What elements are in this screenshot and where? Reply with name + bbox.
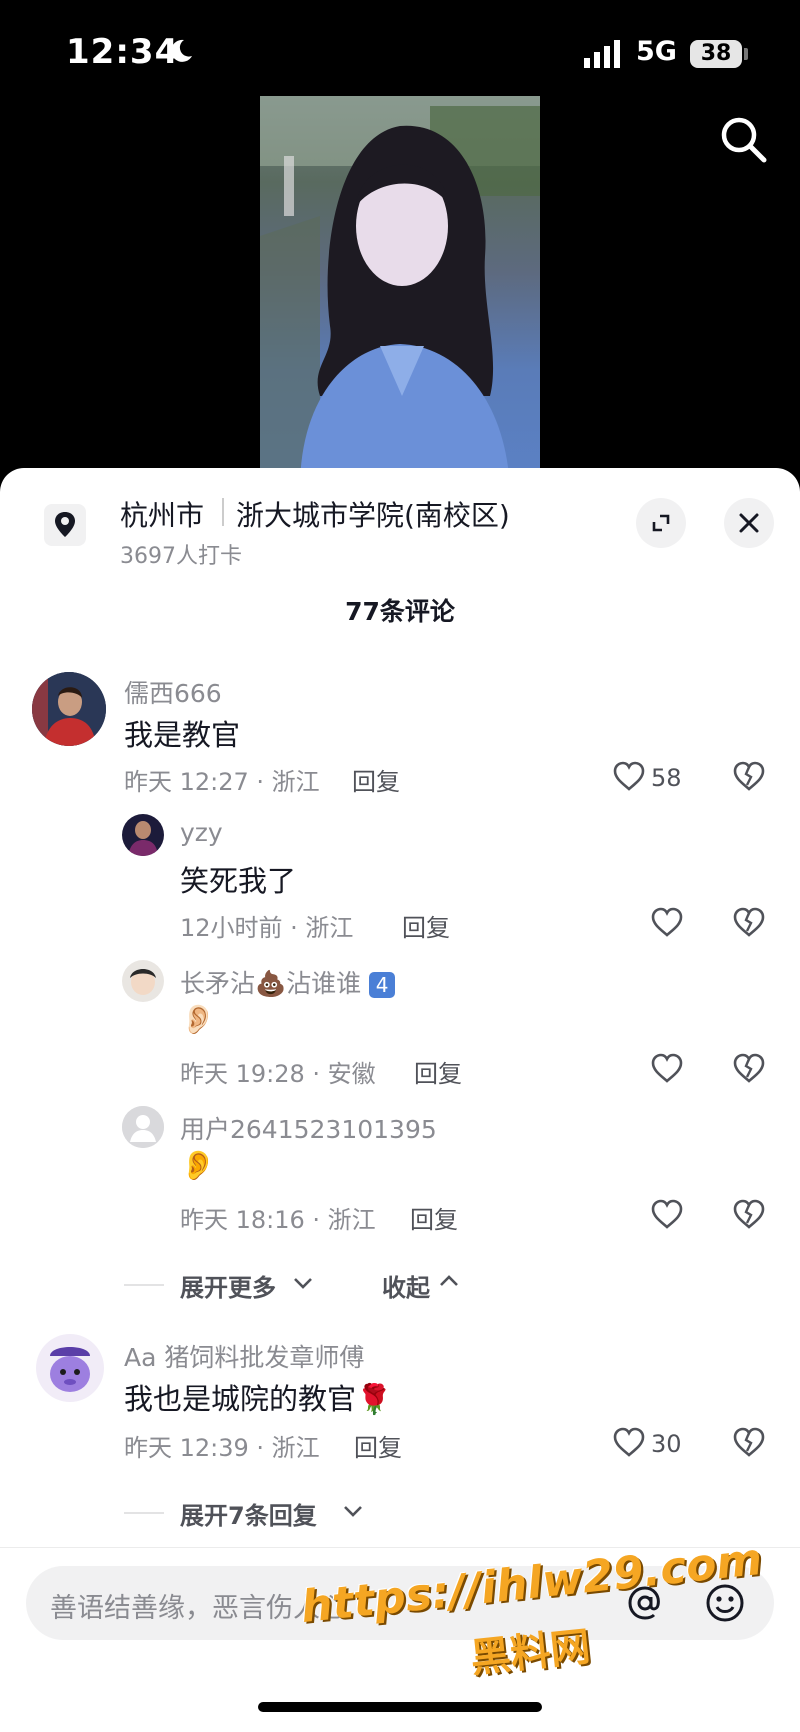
broken-heart-icon[interactable] [732,760,766,792]
avatar[interactable] [36,1334,104,1402]
collapse-button[interactable]: 收起 [382,1268,430,1303]
battery-indicator: 38 [690,40,742,68]
expand-divider [124,1512,164,1514]
like-count: 58 [651,764,682,792]
close-button[interactable] [724,498,774,548]
comment-username[interactable]: 儒西666 [124,674,222,710]
close-icon [739,513,759,533]
chevron-up-icon[interactable] [438,1274,460,1288]
watermark: https://ihlw29.com 黑料网 [299,1534,780,1682]
reply-meta: 昨天 19:28 · 安徽 [180,1060,376,1088]
heart-icon[interactable] [612,760,646,792]
avatar[interactable] [122,814,164,856]
heart-icon[interactable] [612,1426,646,1458]
expand-more-button[interactable]: 展开更多 [180,1268,276,1303]
chevron-down-icon[interactable] [292,1276,314,1290]
reply-username[interactable]: 长矛沾💩沾谁谁 4 [180,964,396,1000]
search-icon[interactable] [716,112,770,166]
expand-replies-button[interactable]: 展开7条回复 [180,1496,317,1531]
expand-button[interactable] [636,498,686,548]
comment-text: 我是教官 [124,718,241,752]
comment-text: 我也是城院的教官🌹 [124,1382,393,1416]
avatar[interactable] [122,960,164,1002]
number-badge: 4 [369,972,396,998]
signal-icon [584,40,620,68]
reply-button[interactable]: 回复 [352,762,400,797]
expand-divider [124,1284,164,1286]
reply-username-text: 长矛沾💩沾谁谁 [180,969,362,998]
like-count: 30 [651,1430,682,1458]
reply-button[interactable]: 回复 [402,908,450,943]
chevron-down-icon[interactable] [342,1504,364,1518]
heart-icon[interactable] [650,1052,684,1084]
reply-username[interactable]: 用户2641523101395 [180,1110,437,1146]
avatar[interactable] [32,672,106,746]
broken-heart-icon[interactable] [732,1052,766,1084]
location-checkins: 3697人打卡 [120,544,242,569]
reply-text: 笑死我了 [180,864,297,898]
network-label: 5G [636,36,677,67]
broken-heart-icon[interactable] [732,1426,766,1458]
location-separator [222,498,224,526]
broken-heart-icon[interactable] [732,906,766,938]
expand-icon [652,514,670,532]
status-time: 12:34 [66,32,180,72]
comment-meta: 昨天 12:27 · 浙江 [124,768,320,796]
battery-tip [744,48,748,60]
video-photo[interactable] [260,96,540,488]
comment-meta: 昨天 12:39 · 浙江 [124,1434,320,1462]
reply-button[interactable]: 回复 [354,1428,402,1463]
comment-count: 77条评论 [345,597,455,626]
reply-text: 👂 [180,1148,217,1182]
heart-icon[interactable] [650,1198,684,1230]
reply-meta: 昨天 18:16 · 浙江 [180,1206,376,1234]
location-pin-icon[interactable] [44,504,86,546]
reply-meta: 12小时前 · 浙江 [180,914,354,942]
reply-username[interactable]: yzy [180,818,223,847]
heart-icon[interactable] [650,906,684,938]
reply-button[interactable]: 回复 [414,1054,462,1089]
reply-text: 👂🏻 [180,1002,217,1036]
location-city[interactable]: 杭州市 [120,494,204,534]
reply-button[interactable]: 回复 [410,1200,458,1235]
watermark-name: 黑料网 [468,1623,593,1683]
comment-username[interactable]: Aa 猪饲料批发章师傅 [124,1338,364,1374]
avatar[interactable] [122,1106,164,1148]
status-bar: 12:34 5G 38 [0,0,800,110]
location-place[interactable]: 浙大城市学院(南校区) [236,494,510,534]
moon-icon [171,39,192,62]
broken-heart-icon[interactable] [732,1198,766,1230]
home-indicator[interactable] [258,1702,542,1712]
photo-illustration [260,96,540,488]
